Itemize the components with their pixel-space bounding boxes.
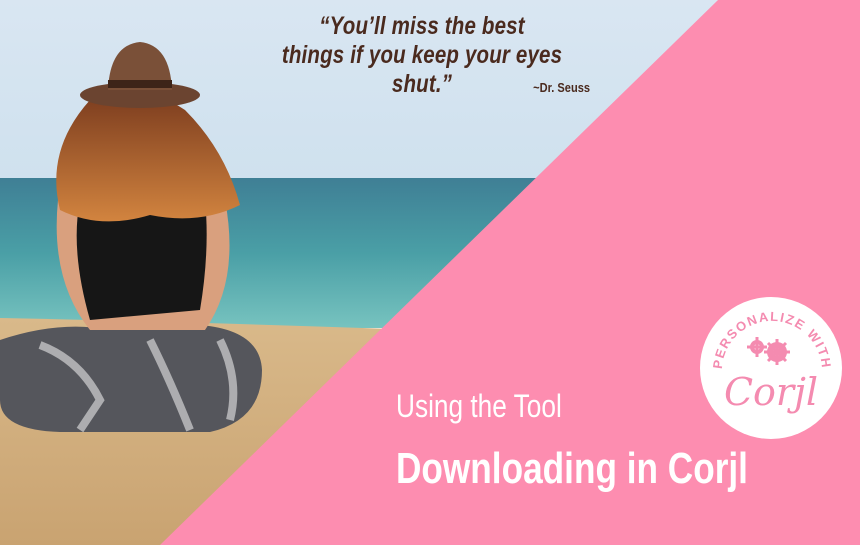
quote-line-1: “You’ll miss the best [319,12,525,40]
quote-author: ~Dr. Seuss [533,80,590,95]
corjl-badge-logo: PERSONALIZE WITH Corjl [700,297,842,439]
badge-logo-text: Corjl [724,370,818,414]
subtitle: Using the Tool [396,388,562,424]
title: Downloading in Corjl [396,444,748,493]
